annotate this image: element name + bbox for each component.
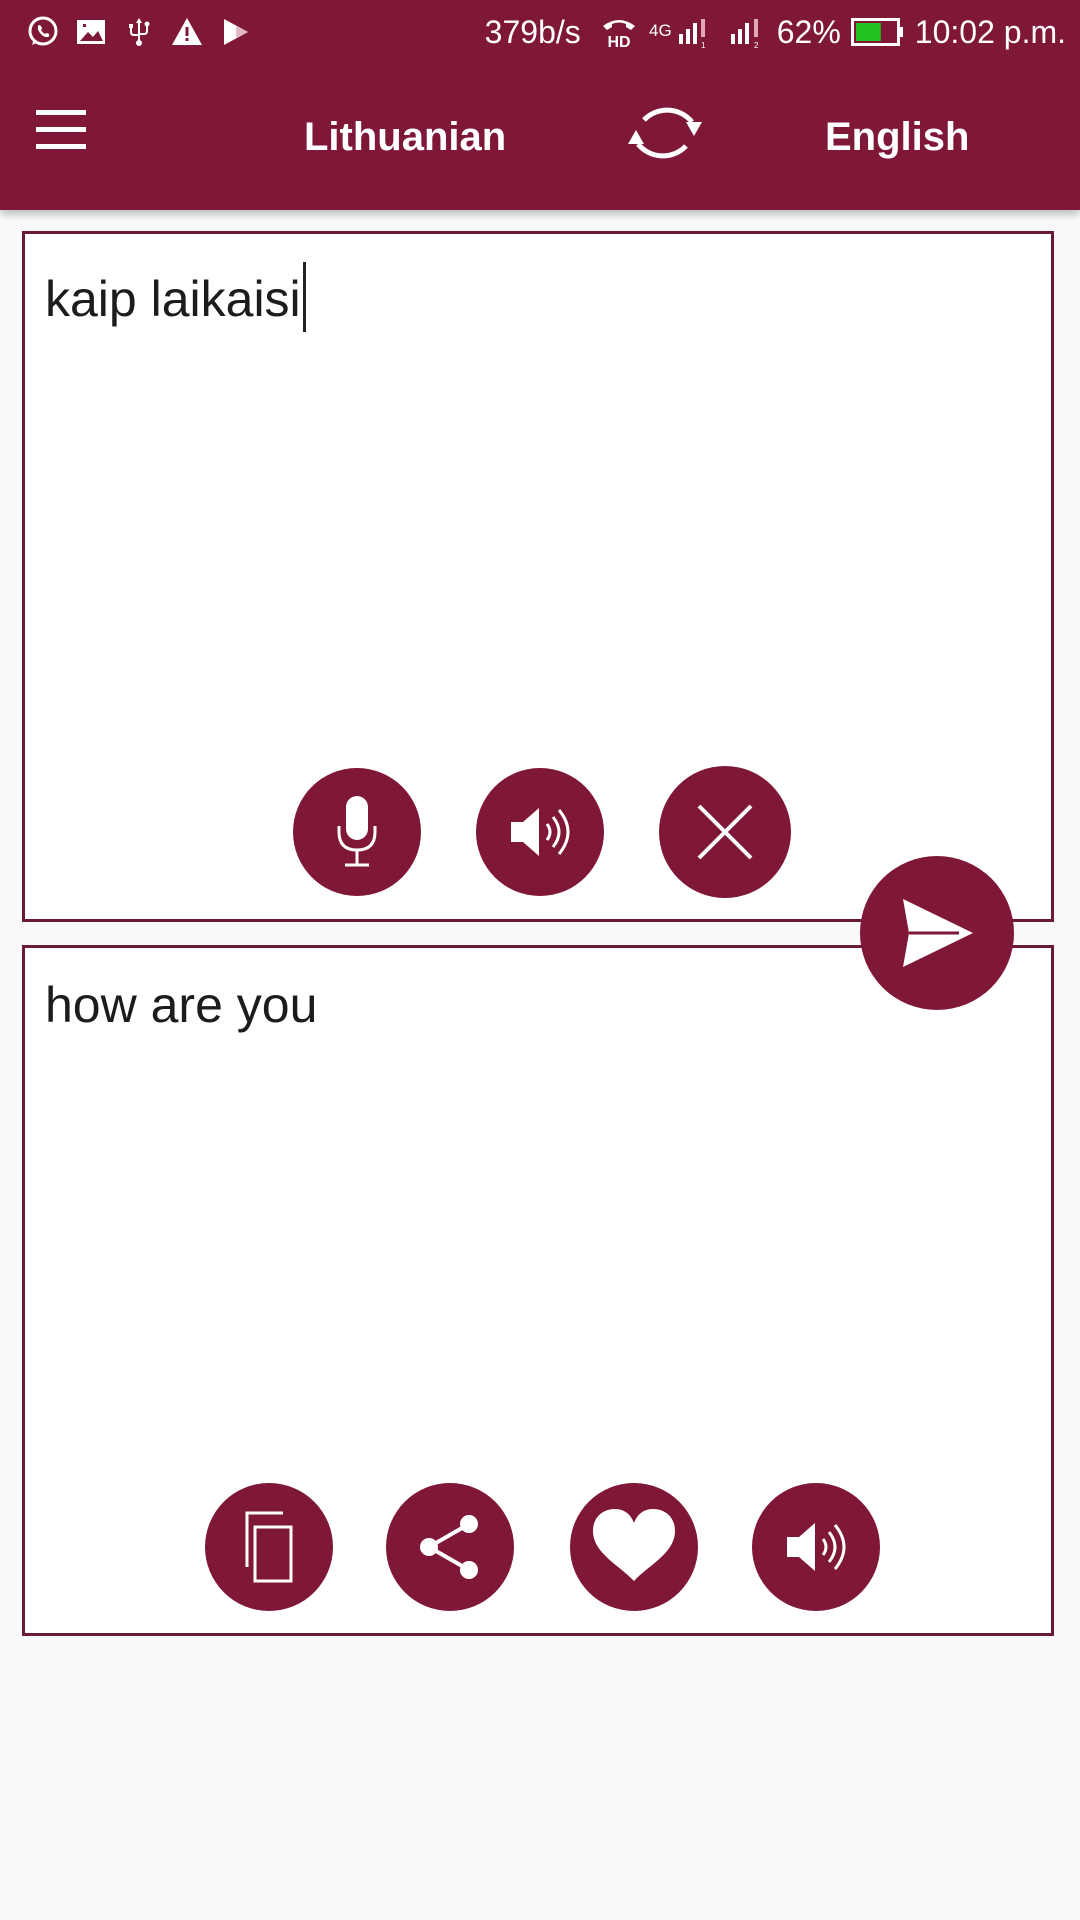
- usb-icon: [129, 18, 150, 46]
- clock: 10:02 p.m.: [914, 14, 1066, 50]
- notification-icons: [26, 12, 252, 52]
- translated-text: how are you: [45, 977, 318, 1033]
- app-bar: 379b/s HD 4G 1 2 62% 10:02 p.m. Lithuani…: [0, 0, 1080, 210]
- svg-text:4G: 4G: [649, 21, 672, 40]
- microphone-button[interactable]: [293, 768, 421, 896]
- hd-call-icon: HD: [602, 20, 635, 50]
- battery-icon: [850, 18, 903, 46]
- swap-languages-button[interactable]: [616, 92, 712, 172]
- heart-icon: [593, 1509, 675, 1581]
- swap-languages-icon: [628, 107, 702, 159]
- source-text: kaip laikaisi: [45, 271, 301, 327]
- speak-output-button[interactable]: [752, 1483, 880, 1611]
- warning-icon: [172, 18, 202, 45]
- system-status: 379b/s HD 4G 1 2 62% 10:02 p.m.: [485, 10, 1066, 54]
- share-icon: [420, 1515, 478, 1579]
- svg-text:HD: HD: [607, 34, 630, 50]
- svg-text:1: 1: [701, 41, 706, 50]
- text-cursor: [302, 262, 306, 332]
- microphone-icon: [337, 796, 377, 867]
- network-speed: 379b/s: [484, 14, 581, 50]
- source-text-input[interactable]: kaip laikaisi: [45, 262, 306, 332]
- signal-sim2-icon: 2: [730, 19, 759, 50]
- battery-percent: 62%: [776, 14, 841, 50]
- share-button[interactable]: [386, 1483, 514, 1611]
- speaker-icon: [511, 808, 570, 856]
- clear-input-button[interactable]: [659, 766, 791, 898]
- speaker-icon: [787, 1523, 846, 1571]
- send-icon: [903, 899, 973, 967]
- svg-text:2: 2: [754, 41, 759, 50]
- image-icon: [77, 20, 105, 44]
- translate-button[interactable]: [860, 856, 1014, 1010]
- output-panel: how are you: [22, 945, 1054, 1636]
- input-panel[interactable]: kaip laikaisi: [22, 231, 1054, 922]
- close-icon: [697, 804, 753, 860]
- whatsapp-icon: [28, 16, 58, 46]
- speak-input-button[interactable]: [476, 768, 604, 896]
- copy-button[interactable]: [205, 1483, 333, 1611]
- target-language-selector[interactable]: English: [825, 112, 969, 162]
- status-bar: 379b/s HD 4G 1 2 62% 10:02 p.m.: [0, 0, 1080, 64]
- hamburger-menu-icon: [36, 110, 96, 149]
- play-store-icon: [224, 19, 248, 45]
- source-language-selector[interactable]: Lithuanian: [304, 112, 506, 162]
- favorite-button[interactable]: [570, 1483, 698, 1611]
- copy-icon: [245, 1511, 293, 1583]
- toolbar: Lithuanian English: [0, 64, 1080, 210]
- menu-button[interactable]: [36, 110, 96, 160]
- battery-level-fill: [855, 23, 881, 41]
- signal-sim1-icon: 4G 1: [649, 19, 706, 50]
